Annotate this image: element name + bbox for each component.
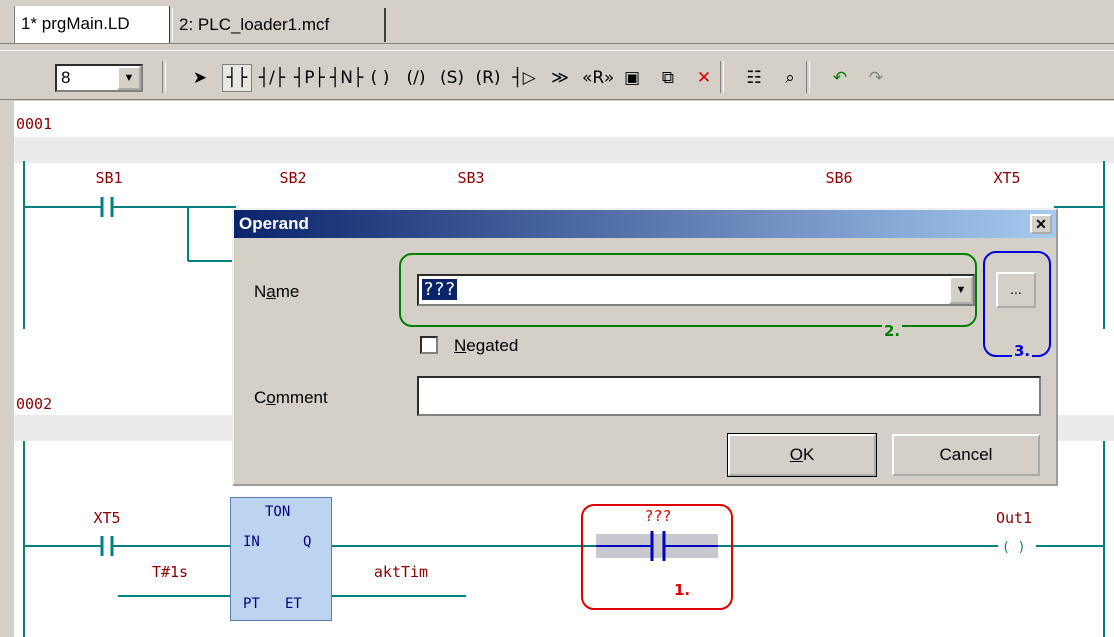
return-tool[interactable]: «R» [582,65,614,91]
ton-function-block[interactable]: TON IN Q PT ET [230,497,332,621]
ok-button[interactable]: OK [727,433,877,477]
tab-prgmain[interactable]: 1* prgMain.LD [14,6,170,44]
paste-network-tool[interactable]: ⧉ [654,65,682,91]
annotation-3: 3. [1012,342,1033,360]
cancel-button[interactable]: Cancel [892,434,1040,476]
fb-type: TON [265,504,291,520]
fb-input-in: IN [243,534,260,550]
fb-input-pt: PT [243,596,260,612]
annotation-2: 2. [882,322,903,340]
empty-contact-placeholder[interactable]: ??? [630,507,686,525]
svg-text:( ): ( ) [1002,540,1025,555]
variable-sb1[interactable]: SB1 [84,169,134,187]
variable-out1[interactable]: Out1 [984,509,1044,527]
negated-checkbox[interactable] [420,336,438,354]
negated-label[interactable]: Negated [454,336,518,356]
undo-tool[interactable]: ↶ [826,65,854,91]
insert-network-tool[interactable]: ▣ [618,65,646,91]
tab-plc-loader[interactable]: 2: PLC_loader1.mcf [172,8,386,42]
redo-tool[interactable]: ↷ [862,65,890,91]
tabs-divider [0,43,1114,44]
document-tabs: 1* prgMain.LD 2: PLC_loader1.mcf [0,0,1114,44]
function-block-tool[interactable]: ┤▷ [510,65,538,91]
positive-edge-contact-tool[interactable]: ┤P├ [294,65,325,91]
variable-sb3[interactable]: SB3 [446,169,496,187]
pointer-tool[interactable]: ➤ [186,65,214,91]
negated-coil-tool[interactable]: (/) [402,65,430,91]
reset-coil-tool[interactable]: (R) [474,65,502,91]
time-literal[interactable]: T#1s [140,563,200,581]
coil-tool[interactable]: ( ) [366,65,394,91]
variable-sb2[interactable]: SB2 [268,169,318,187]
fb-output-et: ET [285,596,302,612]
negative-edge-contact-tool[interactable]: ┤N├ [330,65,363,91]
toolbar-separator [162,61,166,93]
chevron-down-icon[interactable]: ▼ [117,66,141,90]
toolbar-separator [806,61,810,93]
variable-xt5[interactable]: XT5 [982,169,1032,187]
variable-list-tool[interactable]: ☷ [740,65,768,91]
delete-tool[interactable]: ✕ [690,65,718,91]
operand-dialog: Operand ✕ Name ??? ▼ ... 2. 3. Negated C… [232,208,1058,486]
variable-akttim[interactable]: aktTim [366,563,436,581]
comment-label: Comment [254,388,328,407]
fb-output-q: Q [303,534,312,550]
variable-xt5[interactable]: XT5 [82,509,132,527]
contact-tool[interactable]: ┤├ [222,64,252,92]
toolbar-separator [720,61,724,93]
annotation-1: 1. [672,581,693,599]
variable-sb6[interactable]: SB6 [814,169,864,187]
comment-field[interactable] [417,376,1041,416]
jump-tool[interactable]: ≫ [546,65,574,91]
zoom-select[interactable]: 8 ▼ [55,64,143,92]
negated-contact-tool[interactable]: ┤/├ [258,65,286,91]
zoom-value: 8 [61,68,71,87]
ladder-toolbar: 8 ▼ ➤ ┤├ ┤/├ ┤P├ ┤N├( ) (/) (S) (R) ┤▷ ≫ «R» ▣ ⧉ ✕ ☷ ⌕ ↶… [0,50,1114,100]
cross-reference-tool[interactable]: ⌕ [776,65,804,91]
set-coil-tool[interactable]: (S) [438,65,466,91]
